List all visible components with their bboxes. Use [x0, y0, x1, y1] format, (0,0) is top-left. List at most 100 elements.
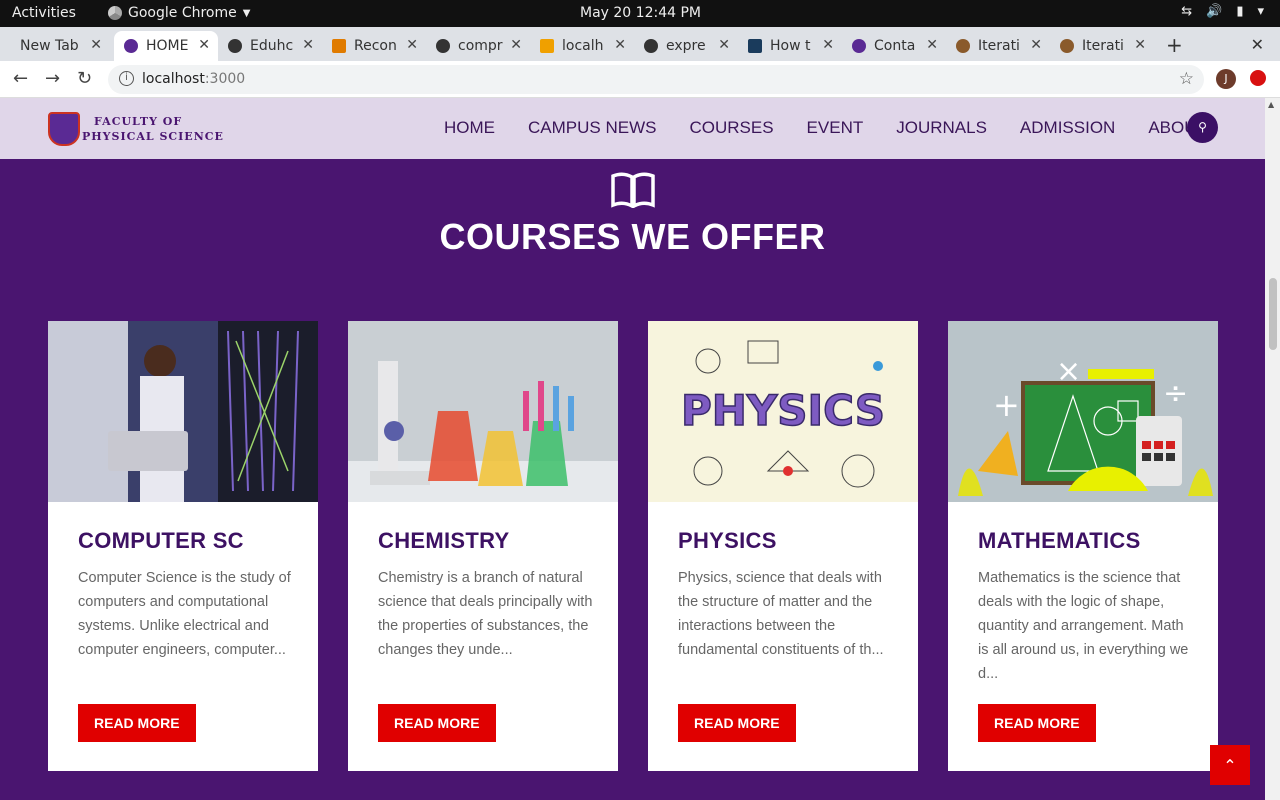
- tab-expre[interactable]: expre ✕: [634, 31, 738, 61]
- site-header: FACULTY OF PHYSICAL SCIENCE HOME CAMPUS …: [0, 98, 1265, 159]
- read-more-button[interactable]: READ MORE: [978, 704, 1096, 742]
- nav-courses[interactable]: COURSES: [689, 118, 773, 138]
- logo-line-1: FACULTY OF: [94, 115, 183, 128]
- url-host: localhost: [142, 71, 205, 87]
- course-card-physics: PHYSICS PHYSICS Physics, science that de…: [648, 321, 918, 771]
- computer-science-image: [48, 321, 318, 502]
- course-card-mathematics: + × ÷ MATHEMATICS Mathematics is the sci…: [948, 321, 1218, 771]
- tab-iterati-2[interactable]: Iterati ✕: [1050, 31, 1154, 61]
- close-icon[interactable]: ✕: [926, 37, 938, 53]
- battery-icon[interactable]: ▮: [1236, 4, 1243, 19]
- close-icon[interactable]: ✕: [198, 37, 210, 53]
- svg-text:÷: ÷: [1163, 376, 1188, 411]
- nav-campus-news[interactable]: CAMPUS NEWS: [528, 118, 656, 138]
- tab-recon[interactable]: Recon ✕: [322, 31, 426, 61]
- caret-down-icon: ▼: [242, 7, 251, 19]
- tab-how-to[interactable]: How t ✕: [738, 31, 842, 61]
- system-tray[interactable]: ⇆ 🔊 ▮ ▾: [1181, 4, 1264, 19]
- course-description: Physics, science that deals with the str…: [678, 570, 884, 658]
- course-title: CHEMISTRY: [378, 528, 510, 553]
- search-icon: ⚲: [1198, 120, 1207, 134]
- app-menu[interactable]: Google Chrome ▼: [108, 5, 250, 21]
- close-icon[interactable]: ✕: [90, 37, 102, 53]
- site-logo[interactable]: FACULTY OF PHYSICAL SCIENCE: [48, 112, 224, 146]
- network-icon[interactable]: ⇆: [1181, 4, 1192, 19]
- close-icon[interactable]: ✕: [1030, 37, 1042, 53]
- profile-avatar[interactable]: J: [1216, 69, 1236, 89]
- logo-text: FACULTY OF PHYSICAL SCIENCE: [82, 114, 224, 144]
- reload-icon[interactable]: ↻: [77, 68, 92, 89]
- globe-icon: [436, 39, 450, 53]
- tab-localhost[interactable]: localh ✕: [530, 31, 634, 61]
- close-icon[interactable]: ✕: [510, 37, 522, 53]
- address-bar[interactable]: i localhost:3000 ☆: [108, 65, 1204, 94]
- tab-iterati-1[interactable]: Iterati ✕: [946, 31, 1050, 61]
- read-more-button[interactable]: READ MORE: [678, 704, 796, 742]
- info-icon[interactable]: i: [119, 71, 134, 86]
- tab-eduhc[interactable]: Eduhc ✕: [218, 31, 322, 61]
- course-title: PHYSICS: [678, 528, 777, 553]
- physics-image-text: PHYSICS: [681, 386, 885, 435]
- page-scrollbar[interactable]: ▲: [1265, 98, 1280, 800]
- volume-icon[interactable]: 🔊: [1206, 4, 1222, 19]
- nav-home[interactable]: HOME: [444, 118, 495, 138]
- tab-strip: New Tab ✕ HOME ✕ Eduhc ✕ Recon ✕ compr ✕…: [0, 27, 1280, 61]
- university-crest-icon: [48, 112, 80, 146]
- tab-home[interactable]: HOME ✕: [114, 31, 218, 61]
- tab-contact[interactable]: Conta ✕: [842, 31, 946, 61]
- site-favicon-icon: [852, 39, 866, 53]
- course-title: COMPUTER SC: [78, 528, 244, 553]
- search-button[interactable]: ⚲: [1187, 112, 1218, 143]
- globe-icon: [228, 39, 242, 53]
- course-card-computer-science: COMPUTER SC Computer Science is the stud…: [48, 321, 318, 771]
- course-title: MATHEMATICS: [978, 528, 1141, 553]
- pug-icon: [1060, 39, 1074, 53]
- svg-text:+: +: [993, 386, 1020, 424]
- site-favicon-icon: [124, 39, 138, 53]
- close-icon[interactable]: ✕: [614, 37, 626, 53]
- tab-compr[interactable]: compr ✕: [426, 31, 530, 61]
- bookmark-star-icon[interactable]: ☆: [1179, 69, 1194, 89]
- forward-arrow-icon[interactable]: →: [45, 68, 60, 89]
- browser-toolbar: ← → ↻ i localhost:3000 ☆ J: [0, 61, 1280, 98]
- course-description: Mathematics is the science that deals wi…: [978, 570, 1189, 682]
- close-icon[interactable]: ✕: [1134, 37, 1146, 53]
- close-icon[interactable]: ✕: [302, 37, 314, 53]
- system-top-bar: Activities Google Chrome ▼ May 20 12:44 …: [0, 0, 1280, 27]
- open-book-icon: [611, 172, 655, 208]
- w3-icon: [748, 39, 762, 53]
- close-icon[interactable]: ✕: [406, 37, 418, 53]
- activities-button[interactable]: Activities: [12, 5, 76, 21]
- url-text[interactable]: localhost:3000: [142, 71, 245, 87]
- nav-admission[interactable]: ADMISSION: [1020, 118, 1115, 138]
- close-icon[interactable]: ✕: [718, 37, 730, 53]
- globe-icon: [644, 39, 658, 53]
- course-description: Computer Science is the study of compute…: [78, 570, 291, 658]
- course-description: Chemistry is a branch of natural science…: [378, 570, 593, 658]
- clock[interactable]: May 20 12:44 PM: [580, 5, 701, 21]
- scrollbar-thumb[interactable]: [1269, 278, 1277, 350]
- close-icon[interactable]: ✕: [1251, 35, 1264, 54]
- new-tab-plus-icon[interactable]: +: [1166, 33, 1183, 57]
- read-more-button[interactable]: READ MORE: [78, 704, 196, 742]
- nav-event[interactable]: EVENT: [807, 118, 864, 138]
- extension-icon[interactable]: [1250, 70, 1266, 86]
- app-name: Google Chrome: [128, 5, 237, 21]
- caret-down-icon[interactable]: ▾: [1257, 4, 1264, 19]
- scroll-up-arrow-icon[interactable]: ▲: [1268, 100, 1274, 109]
- read-more-button[interactable]: READ MORE: [378, 704, 496, 742]
- chrome-icon: [108, 6, 122, 20]
- nav-journals[interactable]: JOURNALS: [896, 118, 987, 138]
- pug-icon: [956, 39, 970, 53]
- tab-new-tab[interactable]: New Tab ✕: [10, 31, 110, 61]
- svg-text:×: ×: [1056, 354, 1081, 389]
- phpmyadmin-icon: [540, 39, 554, 53]
- close-icon[interactable]: ✕: [822, 37, 834, 53]
- back-arrow-icon[interactable]: ←: [13, 68, 28, 89]
- chevron-up-icon: ⌃: [1223, 756, 1237, 775]
- mathematics-image: + × ÷: [948, 321, 1218, 502]
- chemistry-image: [348, 321, 618, 502]
- logo-line-2: PHYSICAL SCIENCE: [82, 130, 224, 143]
- back-to-top-button[interactable]: ⌃: [1210, 745, 1250, 785]
- course-card-chemistry: CHEMISTRY Chemistry is a branch of natur…: [348, 321, 618, 771]
